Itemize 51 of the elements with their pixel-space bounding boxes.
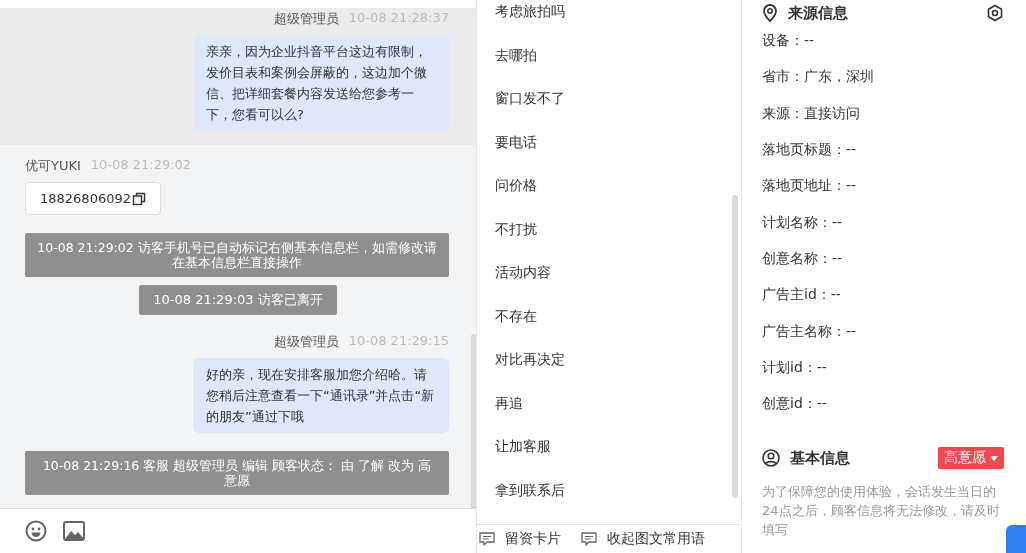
quick-phrase[interactable]: 考虑旅拍吗 (477, 2, 741, 46)
system-message: 10-08 21:29:16 客服 超级管理员 编辑 顾客状态： 由 了解 改为 高意愿 (25, 451, 449, 495)
system-message: 10-08 21:29:03 访客已离开 (139, 285, 337, 315)
info-field: 广告主名称：-- (762, 313, 1004, 350)
quick-phrase[interactable]: 窗口发不了 (477, 89, 741, 133)
quick-phrase[interactable]: 再追 (477, 393, 741, 437)
phrase-action[interactable]: 留资卡片 (477, 530, 563, 548)
phrase-action[interactable]: 收起图文常用语 (579, 530, 707, 548)
scrollbar[interactable] (732, 195, 738, 498)
message-icon (581, 532, 597, 546)
caret-icon (990, 455, 998, 461)
info-field: 来源：直接访问 (762, 95, 1004, 132)
info-field: 设备：-- (762, 23, 1004, 60)
phone-number: 18826806092 (40, 191, 131, 206)
quick-phrase[interactable]: 活动内容 (477, 263, 741, 307)
quick-phrase[interactable]: 不存在 (477, 306, 741, 350)
user-icon (762, 449, 780, 468)
sender-name: 优可YUKI (25, 157, 81, 175)
copy-icon[interactable] (132, 191, 146, 206)
status-dropdown[interactable]: 高意愿 (938, 447, 1004, 470)
info-field: 创意id：-- (762, 385, 1004, 423)
quick-phrase[interactable]: 让加客服 (477, 437, 741, 481)
info-field: 计划id：-- (762, 349, 1004, 386)
message-time: 10-08 21:29:02 (90, 157, 192, 174)
message-time: 10-08 21:29:15 (348, 333, 449, 350)
info-field: 省市：广东，深圳 (762, 59, 1004, 96)
info-field: 创意名称：-- (762, 240, 1004, 278)
quick-phrase[interactable]: 问价格 (477, 176, 741, 220)
quick-phrase[interactable]: 去哪拍 (477, 45, 741, 89)
info-field: 落地页地址：-- (762, 168, 1004, 205)
message-bubble: 亲亲，因为企业抖音平台这边有限制，发价目表和案例会屏蔽的，这边加个微信、把详细套餐内容发送给您参考一下，您看可以么? (193, 35, 449, 131)
info-field: 计划名称：-- (762, 204, 1004, 241)
scrollbar[interactable] (471, 334, 476, 508)
sender-name: 超级管理员 (273, 333, 339, 351)
message-bubble: 好的亲，现在安排客服加您介绍哈。请您稍后注意查看一下“通讯录”并点击“新的朋友”通过下哦 (193, 358, 449, 433)
sender-name: 超级管理员 (273, 10, 339, 28)
section-title: 基本信息 (790, 448, 850, 468)
section-title: 来源信息 (788, 3, 848, 23)
quick-phrase[interactable]: 拿到联系后 (477, 480, 741, 524)
emoji-icon[interactable] (25, 520, 47, 542)
quick-phrase[interactable]: 不打扰 (477, 219, 741, 263)
image-icon[interactable] (63, 521, 85, 541)
settings-icon[interactable] (986, 4, 1004, 22)
system-message: 10-08 21:29:02 访客手机号已自动标记右侧基本信息栏，如需修改请在基本信息栏直接操作 (25, 233, 449, 277)
quick-phrase[interactable]: 对比再决定 (477, 350, 741, 394)
location-pin-icon (762, 4, 778, 22)
notice-text: 为了保障您的使用体验，会话发生当日的24点之后，顾客信息将无法修改，请及时填写 (762, 483, 1001, 540)
message-icon (479, 532, 495, 546)
quick-phrase[interactable]: 要电话 (477, 132, 741, 176)
info-field: 落地页标题：-- (762, 131, 1004, 169)
info-field: 广告主id：-- (762, 277, 1004, 314)
